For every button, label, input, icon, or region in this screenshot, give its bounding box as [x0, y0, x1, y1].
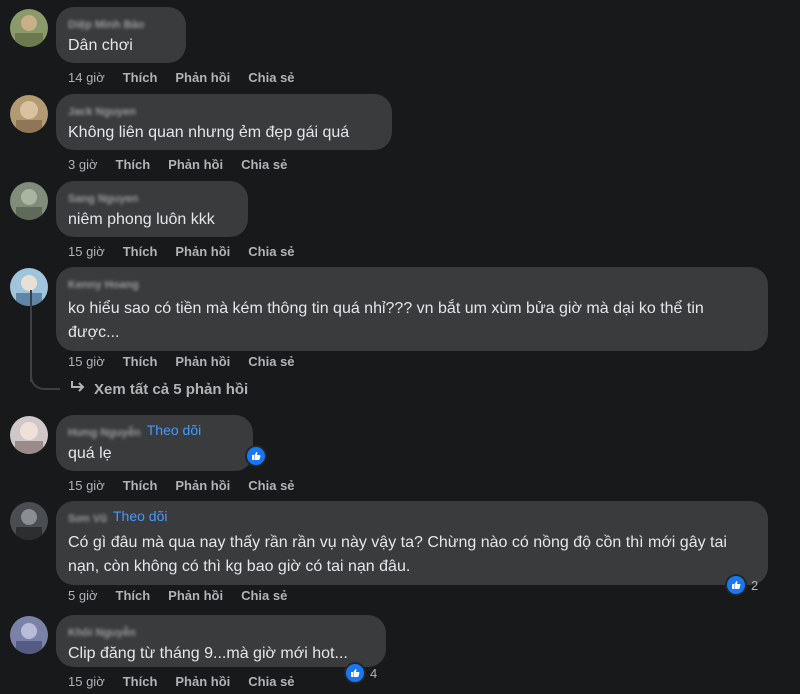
- thread-line: [30, 290, 32, 382]
- share-button[interactable]: Chia sẻ: [248, 70, 294, 85]
- share-button[interactable]: Chia sẻ: [248, 478, 294, 493]
- comment-text: Không liên quan nhưng ẻm đẹp gái quá: [68, 124, 350, 141]
- commenter-name[interactable]: Diệp Minh Bảo: [68, 18, 144, 32]
- commenter-name[interactable]: Khôi Nguyễn: [68, 626, 136, 640]
- avatar[interactable]: [10, 95, 48, 133]
- share-button[interactable]: Chia sẻ: [241, 588, 287, 603]
- reply-button[interactable]: Phản hồi: [175, 244, 230, 259]
- comment-time[interactable]: 15 giờ: [68, 478, 105, 493]
- commenter-name[interactable]: Jack Nguyen: [68, 105, 136, 119]
- comment-time[interactable]: 15 giờ: [68, 354, 105, 369]
- like-button[interactable]: Thích: [123, 244, 158, 259]
- share-button[interactable]: Chia sẻ: [248, 674, 294, 689]
- reaction-count[interactable]: 2: [725, 574, 758, 596]
- comment-text: quá lẹ: [68, 445, 112, 462]
- comment-actions: 15 giờ Thích Phản hồi Chia sẻ: [68, 354, 295, 369]
- avatar[interactable]: [10, 416, 48, 454]
- reply-button[interactable]: Phản hồi: [168, 157, 223, 172]
- comment-bubble: Kenny Hoang ko hiểu sao có tiền mà kém t…: [56, 267, 768, 351]
- thread-connector: [30, 370, 60, 390]
- follow-button[interactable]: Theo dõi: [147, 422, 201, 438]
- commenter-name[interactable]: Kenny Hoang: [68, 278, 139, 292]
- avatar[interactable]: [10, 502, 48, 540]
- reply-button[interactable]: Phản hồi: [175, 70, 230, 85]
- reaction-number: 4: [370, 665, 378, 681]
- avatar[interactable]: [10, 268, 48, 306]
- comment-time[interactable]: 15 giờ: [68, 244, 105, 259]
- thumbs-up-icon: [725, 574, 747, 596]
- commenter-name[interactable]: Sang Nguyen: [68, 192, 138, 206]
- reply-button[interactable]: Phản hồi: [175, 354, 230, 369]
- comment-actions: 3 giờ Thích Phản hồi Chia sẻ: [68, 157, 287, 172]
- view-replies-label: Xem tất cả 5 phản hồi: [94, 380, 249, 398]
- commenter-name[interactable]: Sơn Vũ: [68, 512, 107, 526]
- reaction-count[interactable]: 4: [344, 662, 377, 684]
- view-replies-link[interactable]: Xem tất cả 5 phản hồi: [70, 380, 248, 398]
- comment-bubble: Sơn Vũ Theo dõi Có gì đâu mà qua nay thấy…: [56, 501, 768, 585]
- comment-bubble: Hưng Nguyễn Theo dõi quá lẹ: [56, 415, 253, 471]
- like-button[interactable]: Thích: [123, 70, 158, 85]
- comment-actions: 15 giờ Thích Phản hồi Chia sẻ: [68, 478, 295, 493]
- avatar[interactable]: [10, 616, 48, 654]
- thumbs-up-icon: [344, 662, 366, 684]
- reaction-number: 2: [751, 577, 759, 593]
- comment-time[interactable]: 5 giờ: [68, 588, 98, 603]
- avatar[interactable]: [10, 182, 48, 220]
- like-button[interactable]: Thích: [116, 588, 151, 603]
- reply-button[interactable]: Phản hồi: [175, 478, 230, 493]
- comment-time[interactable]: 15 giờ: [68, 674, 105, 689]
- avatar[interactable]: [10, 9, 48, 47]
- comment-actions: 5 giờ Thích Phản hồi Chia sẻ: [68, 588, 287, 603]
- comment-bubble: Jack Nguyen Không liên quan nhưng ẻm đẹp…: [56, 94, 392, 150]
- comment-text: ko hiểu sao có tiền mà kém thông tin quá…: [68, 300, 704, 341]
- like-button[interactable]: Thích: [123, 478, 158, 493]
- comment-text: niêm phong luôn kkk: [68, 211, 215, 228]
- comment-text: Có gì đâu mà qua nay thấy rần rần vụ này…: [68, 534, 727, 575]
- comment-bubble: Khôi Nguyễn Clip đăng từ tháng 9...mà gi…: [56, 615, 386, 667]
- share-button[interactable]: Chia sẻ: [248, 244, 294, 259]
- like-button[interactable]: Thích: [123, 674, 158, 689]
- comment-time[interactable]: 3 giờ: [68, 157, 98, 172]
- comment-bubble: Diệp Minh Bảo Dân chơi: [56, 7, 186, 63]
- comment-actions: 15 giờ Thích Phản hồi Chia sẻ: [68, 674, 295, 689]
- share-button[interactable]: Chia sẻ: [248, 354, 294, 369]
- reply-button[interactable]: Phản hồi: [175, 674, 230, 689]
- comment-actions: 14 giờ Thích Phản hồi Chia sẻ: [68, 70, 295, 85]
- commenter-name[interactable]: Hưng Nguyễn: [68, 426, 141, 440]
- reply-button[interactable]: Phản hồi: [168, 588, 223, 603]
- comment-text: Clip đăng từ tháng 9...mà giờ mới hot...: [68, 645, 348, 662]
- reaction-count[interactable]: [245, 445, 267, 467]
- thumbs-up-icon: [245, 445, 267, 467]
- comment-text: Dân chơi: [68, 37, 133, 54]
- share-button[interactable]: Chia sẻ: [241, 157, 287, 172]
- follow-button[interactable]: Theo dõi: [113, 508, 167, 524]
- reply-arrow-icon: [70, 380, 86, 398]
- like-button[interactable]: Thích: [123, 354, 158, 369]
- like-button[interactable]: Thích: [116, 157, 151, 172]
- comment-bubble: Sang Nguyen niêm phong luôn kkk: [56, 181, 248, 237]
- comment-actions: 15 giờ Thích Phản hồi Chia sẻ: [68, 244, 295, 259]
- comment-time[interactable]: 14 giờ: [68, 70, 105, 85]
